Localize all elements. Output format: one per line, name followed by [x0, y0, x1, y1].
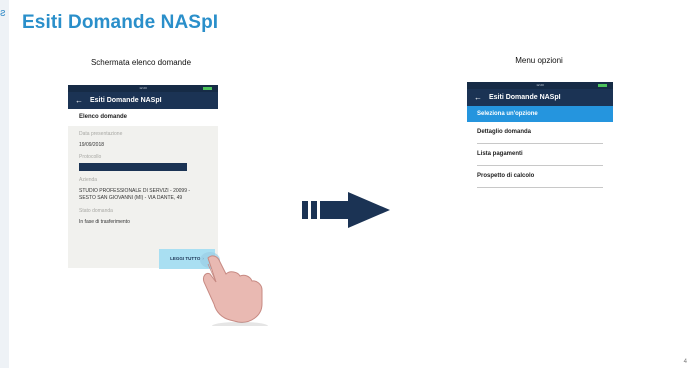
app-bar-title: Esiti Domande NASpI: [489, 94, 561, 101]
caption-left: Schermata elenco domande: [90, 58, 192, 67]
option-lista-pagamenti[interactable]: Lista pagamenti: [477, 144, 603, 166]
protocollo-field: Protocollo: [68, 154, 218, 161]
status-bar: 12:20: [68, 85, 218, 92]
caption-right: Menu opzioni: [515, 56, 563, 65]
azienda-label: Azienda: [79, 177, 98, 183]
azienda-value-line2: SESTO SAN GIOVANNI (MI) - VIA DANTE, 49: [79, 195, 183, 201]
slide-title: Esiti Domande NASpI: [22, 12, 219, 33]
left-accent-bar: [0, 0, 9, 368]
battery-icon: [203, 87, 212, 90]
stato-domanda-value: In fase di trasferimento: [79, 219, 130, 225]
pointing-hand-icon: [200, 252, 268, 326]
page-number: 4: [683, 359, 687, 365]
data-presentazione-value: 19/09/2018: [79, 142, 105, 148]
stato-domanda-label: Stato domanda: [79, 208, 113, 214]
back-arrow-icon[interactable]: ←: [474, 89, 482, 106]
option-prospetto-di-calcolo[interactable]: Prospetto di calcolo: [477, 166, 603, 188]
section-title: Elenco domande: [68, 109, 218, 126]
option-dettaglio-domanda[interactable]: Dettaglio domanda: [477, 122, 603, 144]
app-bar-title: Esiti Domande NASpI: [90, 97, 162, 104]
logo-icon: ƨ: [0, 7, 6, 19]
data-presentazione-field: Data presentazione 19/09/2018: [68, 131, 218, 149]
phone-list-screen: 12:20 ← Esiti Domande NASpI Elenco doman…: [68, 85, 218, 269]
azienda-field: Azienda STUDIO PROFESSIONALE DI SERVIZI …: [68, 177, 218, 202]
option-selected[interactable]: Seleziona un'opzione: [467, 106, 613, 122]
protocollo-label: Protocollo: [79, 154, 102, 160]
data-presentazione-label: Data presentazione: [79, 131, 123, 137]
status-bar: 12:20: [467, 82, 613, 89]
back-arrow-icon[interactable]: ←: [75, 92, 83, 109]
phone-options-menu: 12:20 ← Esiti Domande NASpI Seleziona un…: [467, 82, 613, 194]
battery-icon: [598, 84, 607, 87]
status-time: 12:20: [536, 83, 544, 87]
stato-domanda-field: Stato domanda In fase di trasferimento: [68, 208, 218, 226]
app-bar: ← Esiti Domande NASpI: [68, 92, 218, 109]
protocollo-redacted: [79, 163, 187, 171]
app-bar: ← Esiti Domande NASpI: [467, 89, 613, 106]
azienda-value-line1: STUDIO PROFESSIONALE DI SERVIZI - 20099 …: [79, 188, 191, 194]
status-time: 12:20: [139, 86, 147, 90]
right-arrow-icon: [302, 192, 390, 228]
